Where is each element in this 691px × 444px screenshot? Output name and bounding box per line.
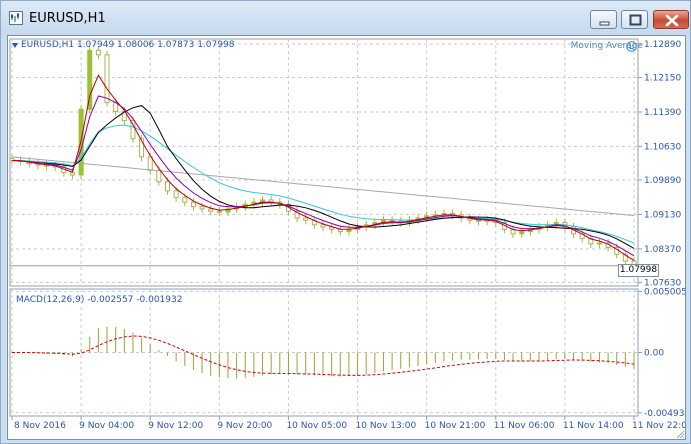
macd-tick-label: -0.004935 [644,409,685,419]
smiley-icon [626,41,637,52]
candle-body [95,49,101,56]
candle-body [596,242,602,245]
candle-body [476,219,481,222]
macd-label: MACD(12,26,9) -0.002557 -0.001932 [16,295,183,305]
price-chart[interactable]: 8 Nov 2016 9 Nov 04:00 9 Nov 12:00 9 Nov 20… [8,36,685,439]
time-tick-label: 10 Nov 21:00 [425,421,486,431]
price-tick-label: 1.11390 [644,108,681,118]
candle-body [389,219,395,222]
mid-moving-average-line [11,95,635,257]
close-button[interactable] [653,10,689,29]
close-icon [665,14,679,27]
time-tick-label: 9 Nov 20:00 [217,421,272,431]
macd-tick-label: 0.005005 [644,287,685,297]
current-price-tag: 1.07998 [618,264,659,277]
candle-body [182,197,188,203]
candle-body [165,181,170,192]
time-tick-label: 9 Nov 04:00 [79,421,134,431]
symbol-info-label: EURUSD,H1 1.07949 1.08006 1.07873 1.0799… [21,40,235,50]
candle-body [303,217,309,221]
minimize-icon [599,21,610,26]
candle-body [130,120,136,140]
price-tick-label: 1.09130 [644,210,681,220]
candle-body [173,190,179,199]
price-tick-label: 1.09890 [644,176,681,186]
window-title: EURUSD,H1 [29,11,106,26]
time-tick-label: 10 Nov 05:00 [286,421,347,431]
price-tick-label: 1.12890 [644,40,681,50]
time-tick-label: 9 Nov 12:00 [148,421,203,431]
candle-body [147,156,153,171]
candle-body [69,172,75,176]
candle-body [519,231,525,235]
title-bar[interactable]: EURUSD,H1 [1,1,690,35]
price-tick-label: 1.08370 [644,245,681,255]
time-tick-label: 11 Nov 06:00 [494,421,555,431]
chart-window: EURUSD,H1 8 Nov 2016 9 Nov 04:00 9 Nov 12:… [0,0,691,444]
candle-body [156,169,162,183]
chart-window-icon [9,11,23,25]
time-tick-label: 8 Nov 2016 [14,421,66,431]
candle-body [208,208,214,212]
fast-moving-average-line [11,74,635,261]
maximize-button[interactable] [621,10,648,29]
candle-body [337,228,343,233]
maximize-icon [629,14,642,26]
time-tick-label: 11 Nov 14:00 [563,421,624,431]
candle-body [190,201,196,208]
long-moving-average-line [11,156,635,217]
candle-body [216,210,222,213]
macd-tick-label: 0.00 [644,349,664,359]
time-tick-label: 10 Nov 13:00 [356,421,417,431]
chevron-down-icon[interactable] [12,43,18,48]
minimize-button[interactable] [590,10,617,29]
candle-body [320,224,326,228]
price-tick-label: 1.12150 [644,74,681,84]
candle-body [199,206,205,210]
candle-body [104,54,110,103]
chart-area[interactable]: 8 Nov 2016 9 Nov 04:00 9 Nov 12:00 9 Nov 20… [7,35,686,440]
price-tick-label: 1.10630 [644,142,681,152]
resize-grip-icon[interactable] [675,429,685,439]
